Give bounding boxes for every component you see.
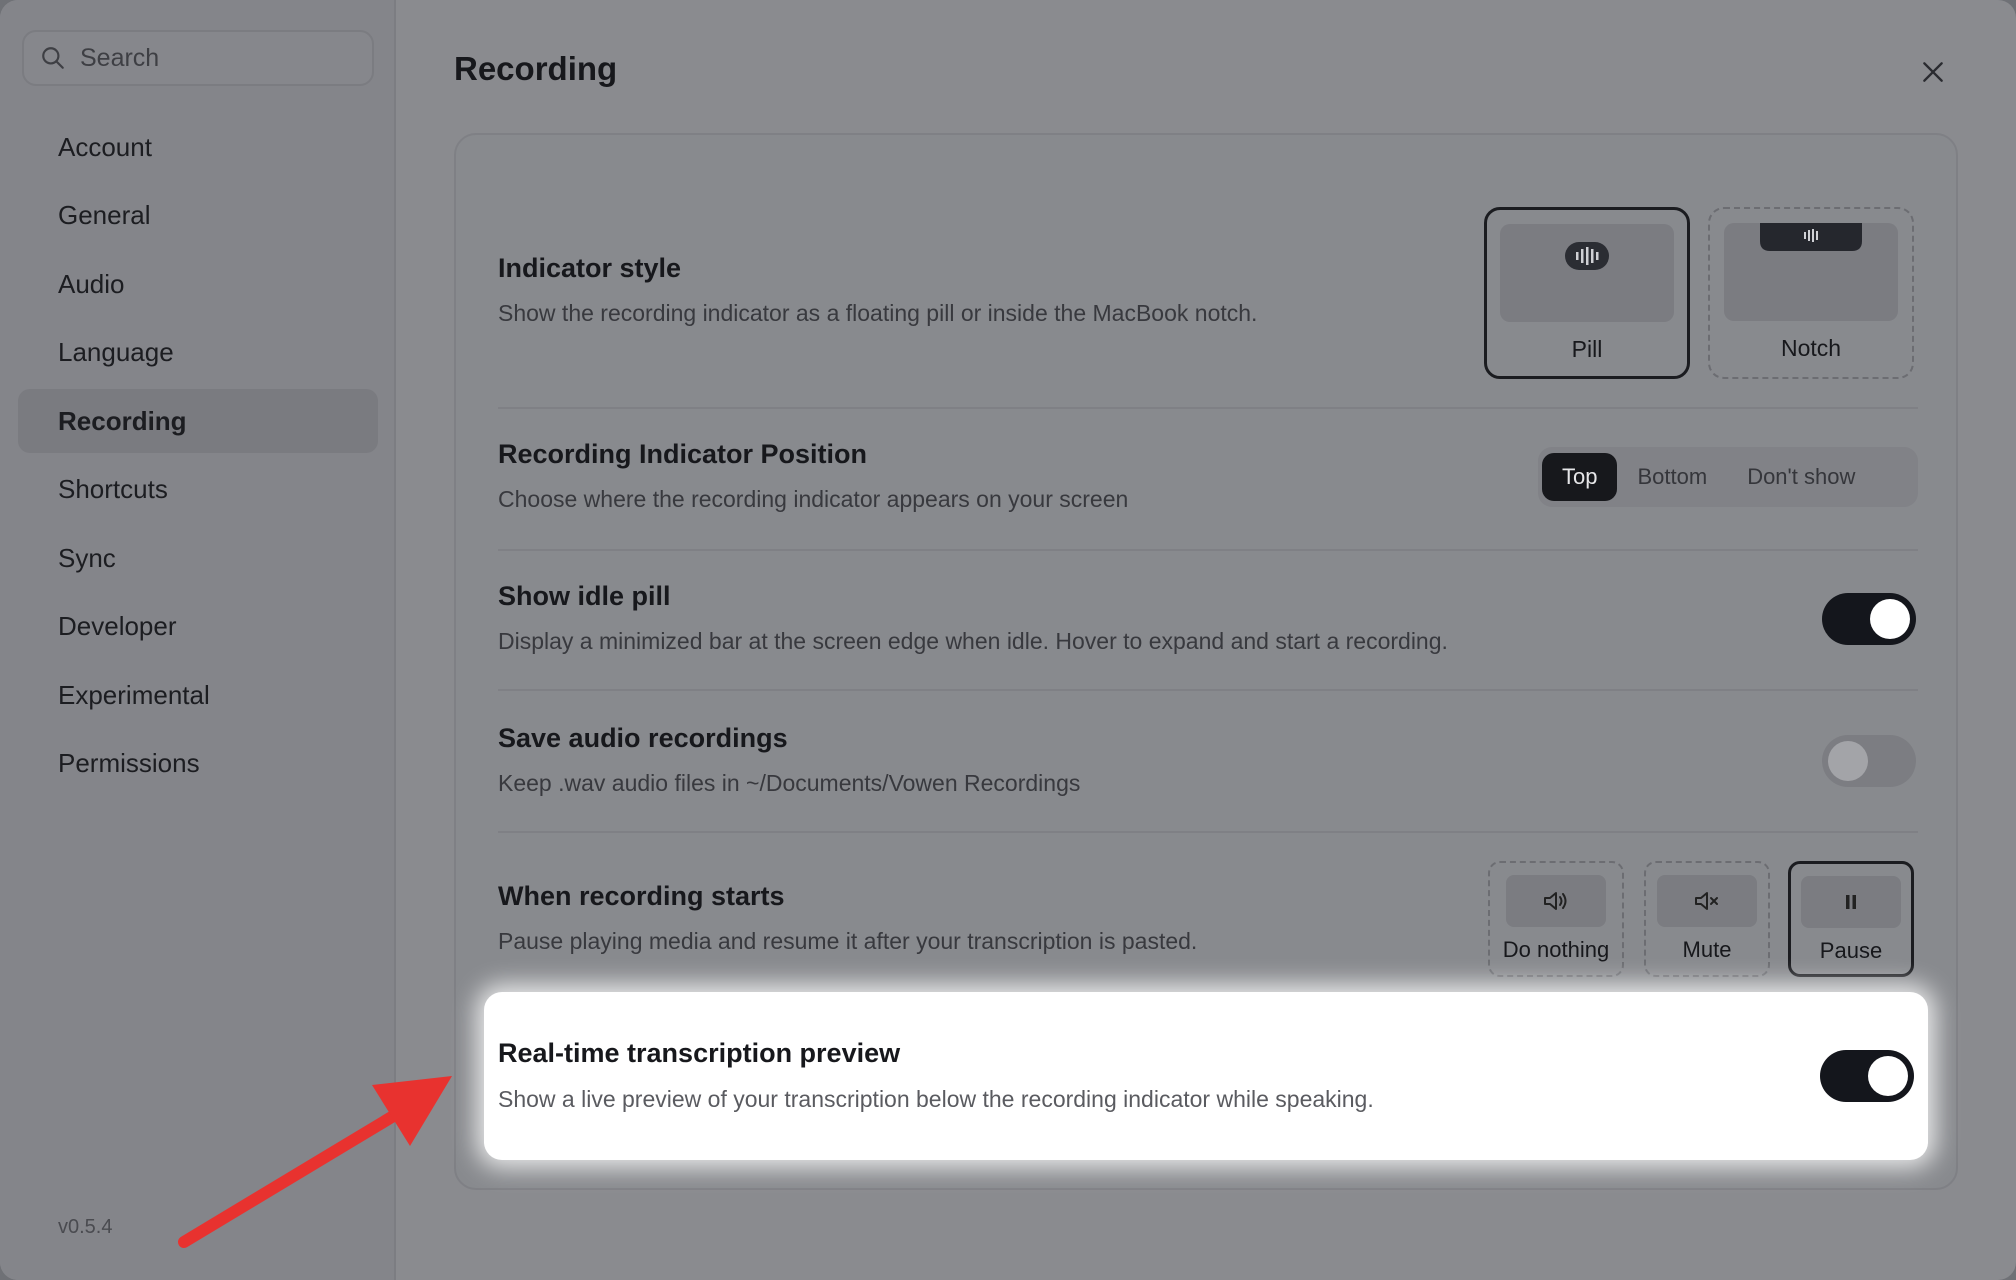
indicator-position-segmented: Top Bottom Don't show bbox=[1538, 447, 1918, 507]
search-input[interactable]: Search bbox=[22, 30, 374, 86]
save-audio-row: Save audio recordings Keep .wav audio fi… bbox=[498, 723, 1918, 797]
settings-window: Search Account General Audio Language Re… bbox=[0, 0, 2016, 1280]
sidebar-item-general[interactable]: General bbox=[18, 184, 378, 248]
do-nothing-label: Do nothing bbox=[1502, 937, 1610, 962]
pause-icon bbox=[1801, 876, 1901, 928]
save-audio-toggle[interactable] bbox=[1822, 735, 1916, 787]
mute-label: Mute bbox=[1682, 937, 1732, 962]
position-option-top[interactable]: Top bbox=[1542, 453, 1618, 501]
sidebar-item-language[interactable]: Language bbox=[18, 321, 378, 385]
divider bbox=[498, 549, 1918, 551]
close-button[interactable] bbox=[1913, 52, 1953, 92]
sidebar-item-account[interactable]: Account bbox=[18, 115, 378, 179]
sidebar-item-permissions[interactable]: Permissions bbox=[18, 732, 378, 796]
indicator-style-desc: Show the recording indicator as a floati… bbox=[498, 300, 1258, 326]
divider bbox=[498, 407, 1918, 409]
pill-preview bbox=[1500, 224, 1674, 322]
toggle-knob bbox=[1868, 1056, 1908, 1096]
mute-icon bbox=[1657, 875, 1757, 927]
indicator-option-pill[interactable]: Pill bbox=[1484, 207, 1690, 379]
notch-label: Notch bbox=[1780, 335, 1842, 361]
sidebar: Search Account General Audio Language Re… bbox=[0, 0, 396, 1280]
sidebar-item-developer[interactable]: Developer bbox=[18, 595, 378, 659]
realtime-preview-desc: Show a live preview of your transcriptio… bbox=[498, 1086, 1374, 1112]
save-audio-desc: Keep .wav audio files in ~/Documents/Vow… bbox=[498, 770, 1081, 796]
media-option-mute[interactable]: Mute bbox=[1644, 861, 1770, 977]
idle-pill-row: Show idle pill Display a minimized bar a… bbox=[498, 581, 1918, 655]
media-option-pause[interactable]: Pause bbox=[1788, 861, 1914, 977]
waveform-pill-icon bbox=[1565, 242, 1609, 270]
waveform-notch-icon bbox=[1760, 223, 1862, 251]
indicator-style-row: Indicator style Show the recording indic… bbox=[498, 253, 1918, 327]
divider bbox=[498, 689, 1918, 691]
idle-pill-desc: Display a minimized bar at the screen ed… bbox=[498, 628, 1448, 654]
toggle-knob bbox=[1870, 599, 1910, 639]
sidebar-nav: Account General Audio Language Recording… bbox=[18, 115, 378, 800]
position-option-bottom[interactable]: Bottom bbox=[1617, 453, 1727, 501]
notch-preview bbox=[1724, 223, 1898, 321]
realtime-preview-row: Real-time transcription preview Show a l… bbox=[484, 992, 1928, 1160]
page-title: Recording bbox=[454, 50, 618, 87]
search-icon bbox=[42, 47, 64, 69]
sidebar-item-shortcuts[interactable]: Shortcuts bbox=[18, 458, 378, 522]
version-label: v0.5.4 bbox=[58, 1216, 113, 1238]
sidebar-item-audio[interactable]: Audio bbox=[18, 252, 378, 316]
pill-label: Pill bbox=[1571, 336, 1603, 362]
idle-pill-title: Show idle pill bbox=[498, 581, 671, 611]
divider bbox=[498, 831, 1918, 833]
save-audio-title: Save audio recordings bbox=[498, 723, 788, 753]
realtime-preview-toggle[interactable] bbox=[1820, 1050, 1914, 1102]
close-icon bbox=[1923, 62, 1943, 82]
search-placeholder: Search bbox=[80, 43, 160, 72]
indicator-option-notch[interactable]: Notch bbox=[1708, 207, 1914, 379]
sidebar-item-sync[interactable]: Sync bbox=[18, 526, 378, 590]
toggle-knob bbox=[1828, 741, 1868, 781]
media-option-do-nothing[interactable]: Do nothing bbox=[1488, 861, 1624, 977]
idle-pill-toggle[interactable] bbox=[1822, 593, 1916, 645]
sidebar-item-recording[interactable]: Recording bbox=[18, 389, 378, 453]
pause-label: Pause bbox=[1819, 938, 1883, 963]
indicator-style-title: Indicator style bbox=[498, 253, 682, 283]
realtime-preview-title: Real-time transcription preview bbox=[498, 1038, 901, 1068]
speaker-icon bbox=[1506, 875, 1606, 927]
position-option-dont-show[interactable]: Don't show bbox=[1727, 453, 1875, 501]
sidebar-item-experimental[interactable]: Experimental bbox=[18, 663, 378, 727]
